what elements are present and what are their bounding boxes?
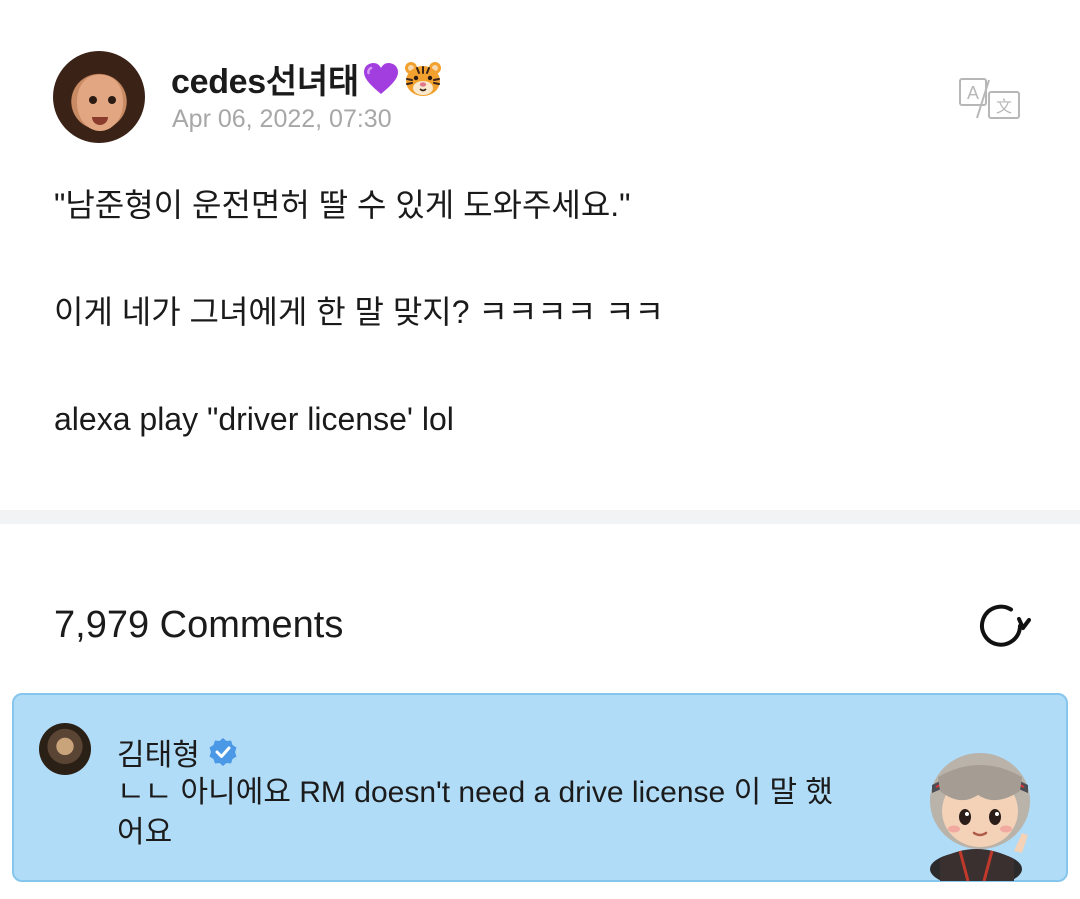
svg-text:文: 文 [996, 97, 1012, 116]
comment-card[interactable]: 김태형 ㄴㄴ 아니에요 RM doesn't need a drive lice… [12, 693, 1068, 882]
comment-text: ㄴㄴ 아니에요 RM doesn't need a drive license … [117, 776, 834, 849]
post-line: 이게 네가 그녀에게 한 말 맞지? ㅋㅋㅋㅋ ㅋㅋ [54, 294, 664, 330]
post: cedes선녀태 Apr 06, 2022, 07:30 A 文 "남준형이 운… [0, 0, 1080, 510]
author-row: cedes선녀태 [171, 54, 443, 103]
section-divider [0, 510, 1080, 524]
tiger-face-icon [403, 59, 443, 99]
commenter-name[interactable]: 김태형 [117, 730, 200, 774]
purple-heart-icon [363, 62, 399, 96]
refresh-icon[interactable] [975, 601, 1031, 651]
commenter-avatar[interactable] [39, 723, 91, 775]
avatar-eye [108, 96, 116, 104]
comments-count-header: 7,979 Comments [54, 604, 344, 646]
post-line: alexa play "driver license' lol [54, 401, 454, 437]
verified-badge-icon [209, 738, 237, 766]
avatar-eye [89, 96, 97, 104]
author-avatar[interactable] [53, 51, 145, 143]
character-sticker-icon [930, 753, 1030, 881]
svg-text:A: A [967, 83, 979, 103]
post-timestamp: Apr 06, 2022, 07:30 [172, 105, 392, 133]
post-line: "남준형이 운전면허 딸 수 있게 도와주세요." [54, 187, 631, 223]
commenter-row: 김태형 [117, 730, 238, 774]
translate-icon[interactable]: A 文 [955, 76, 1023, 122]
author-name[interactable]: cedes선녀태 [171, 54, 359, 103]
